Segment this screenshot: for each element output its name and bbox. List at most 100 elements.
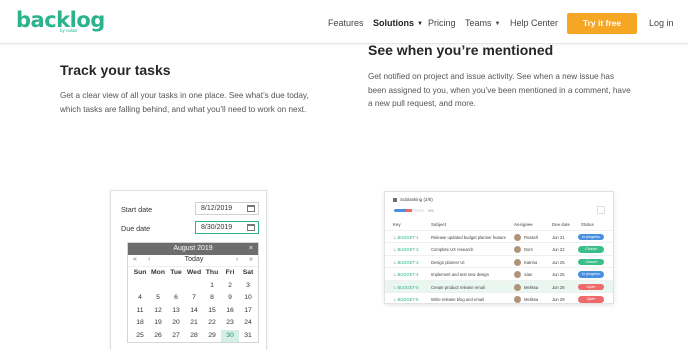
subtask-arrow-icon: ↳ [393,272,397,277]
column-header[interactable]: Due date [552,222,570,227]
nav-features[interactable]: Features [328,18,364,28]
status-badge[interactable]: In progress [578,233,604,240]
next-year-button[interactable]: » [249,256,253,263]
calendar-day[interactable]: 12 [149,305,167,318]
mentioned-heading: See when you’re mentioned [368,42,554,58]
next-month-button[interactable]: › [236,256,238,263]
calendar-day[interactable]: 3 [239,280,257,293]
subtasking-title-text: Subtasking (2/5) [400,197,433,202]
calendar-day[interactable]: 4 [131,292,149,305]
calendar-day[interactable]: 25 [131,330,149,343]
issue-key[interactable]: ↳BUDGET-4 [393,272,418,277]
due-date-value: 8/30/2019 [201,224,233,231]
issue-key[interactable]: ↳BUDGET-1 [393,235,418,240]
status-badge[interactable]: In progress [578,271,604,278]
issue-key-text[interactable]: BUDGET-5 [398,285,419,290]
issue-key-text[interactable]: BUDGET-1 [398,235,419,240]
nav-pricing[interactable]: Pricing [428,18,456,28]
settings-icon[interactable] [597,206,605,214]
column-header[interactable]: Subject [431,222,446,227]
calendar-day[interactable]: 27 [167,330,185,343]
due-date-field[interactable]: 8/30/2019 [195,221,259,234]
issue-subject[interactable]: Create product release email [431,285,485,290]
table-row[interactable]: ↳BUDGET-3 Design planner UI Katrina Jun 25 C… [385,256,613,268]
try-it-free-button[interactable]: Try it free [567,13,637,34]
calendar-icon[interactable] [247,224,255,231]
table-row[interactable]: ↳BUDGET-1 Release updated budget planner … [385,231,613,243]
nav-help-center[interactable]: Help Center [510,18,558,28]
calendar-day[interactable]: 11 [131,305,149,318]
calendar-day[interactable]: 29 [203,330,221,343]
calendar-day[interactable]: 13 [167,305,185,318]
calendar-day[interactable]: 22 [203,317,221,330]
track-tasks-heading: Track your tasks [60,62,171,78]
issue-subject[interactable]: Complete UX research [431,247,473,252]
due-date: Jun 28 [552,284,565,290]
today-button[interactable]: Today [128,256,260,263]
status-badge[interactable]: Closed [578,246,604,253]
avatar [514,271,521,278]
calendar-day[interactable]: 2 [221,280,239,293]
column-header[interactable]: Key [393,222,401,227]
start-date-field[interactable]: 8/12/2019 [195,202,259,215]
avatar [514,258,521,266]
subtasking-title: Subtasking (2/5) [393,197,433,202]
weekday-label: Wed [186,269,202,276]
calendar-day[interactable]: 1 [203,280,221,293]
calendar-day[interactable]: 19 [149,317,167,330]
calendar-day[interactable]: 7 [185,292,203,305]
issue-subject[interactable]: Release updated budget planner feature [431,235,506,240]
table-row[interactable]: ↳BUDGET-4 Implement and test new design Si… [385,268,613,281]
calendar-day[interactable]: 5 [149,292,167,305]
calendar-day[interactable]: 14 [185,305,203,318]
calendar-day[interactable]: 30 [221,329,239,342]
calendar-day[interactable]: 17 [239,305,257,318]
issue-key-text[interactable]: BUDGET-6 [398,297,419,302]
status-badge[interactable]: Closed [578,258,604,265]
issue-subject[interactable]: Design planner UI [431,260,465,265]
issue-key-text[interactable]: BUDGET-3 [398,260,419,265]
calendar-day[interactable]: 15 [203,305,221,318]
calendar-day[interactable]: 9 [221,292,239,305]
issue-subject[interactable]: Implement and test new design [431,272,489,277]
calendar-day[interactable]: 31 [239,330,257,343]
due-date: Jun 22 [552,247,565,252]
calendar-day[interactable]: 18 [131,317,149,330]
issue-key[interactable]: ↳BUDGET-2 [393,247,418,252]
status-badge[interactable]: Open [578,296,604,303]
nav-teams-label: Teams [465,18,492,28]
nav-solutions[interactable]: Solutions ▼ [373,18,423,28]
column-header[interactable]: Assignee [514,222,533,227]
close-icon[interactable]: × [249,243,253,255]
calendar-day[interactable]: 23 [221,317,239,330]
table-header: Key Subject Assignee Due date Status [385,218,613,231]
assignee-name: Sian [524,272,533,277]
status-badge[interactable]: Open [578,283,604,290]
nav-teams[interactable]: Teams ▼ [465,18,500,28]
table-row[interactable]: ↳BUDGET-5 Create product release email Mel… [385,280,613,293]
login-link[interactable]: Log in [649,18,674,28]
calendar-empty [149,280,167,293]
issue-subject[interactable]: Write release blog and email [431,297,484,302]
calendar-day[interactable]: 28 [185,330,203,343]
column-header[interactable]: Status [581,222,594,227]
calendar-icon[interactable] [247,205,255,212]
calendar-day[interactable]: 10 [239,292,257,305]
calendar-day[interactable]: 24 [239,317,257,330]
calendar-day[interactable]: 6 [167,292,185,305]
calendar-day[interactable]: 20 [167,317,185,330]
issue-key[interactable]: ↳BUDGET-3 [393,260,418,265]
issue-key[interactable]: ↳BUDGET-5 [393,285,418,290]
avatar [514,233,521,241]
chevron-down-icon: ▼ [417,21,423,27]
calendar-day[interactable]: 8 [203,292,221,305]
issue-key[interactable]: ↳BUDGET-6 [393,297,418,302]
issue-key-text[interactable]: BUDGET-4 [398,272,419,277]
calendar-day[interactable]: 21 [185,317,203,330]
calendar-day[interactable]: 26 [149,330,167,343]
table-row[interactable]: ↳BUDGET-6 Write release blog and email Mel… [385,293,613,306]
top-navigation: backlog by nulab Features Solutions ▼ Pri… [0,0,688,44]
issue-key-text[interactable]: BUDGET-2 [398,247,419,252]
calendar-day[interactable]: 16 [221,305,239,318]
table-row[interactable]: ↳BUDGET-2 Complete UX research Dom Jun 22 Cl… [385,243,613,256]
